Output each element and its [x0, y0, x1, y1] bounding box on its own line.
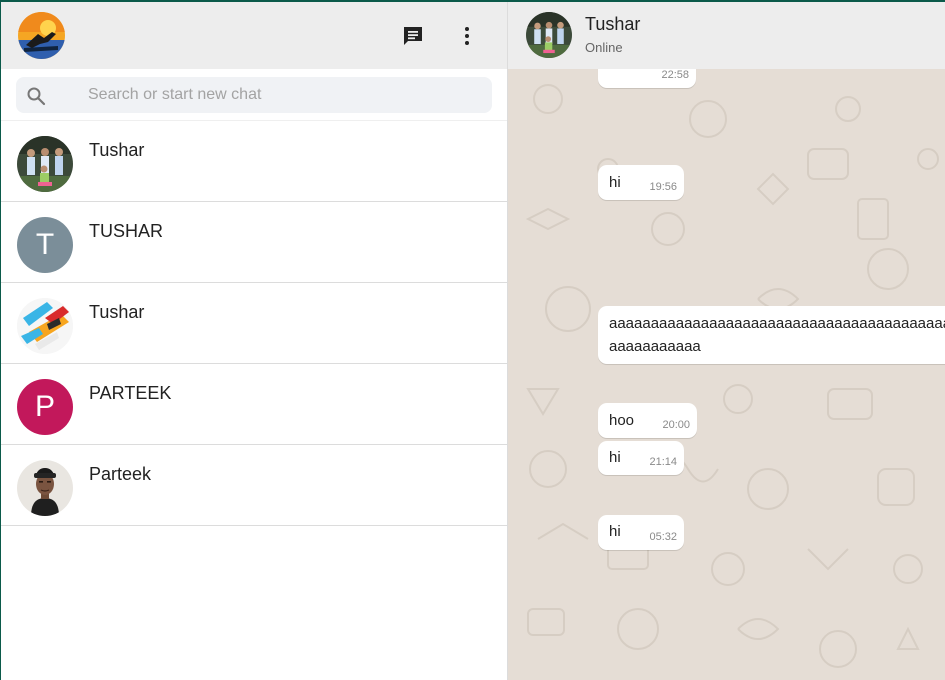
- avatar: P: [17, 379, 73, 435]
- message-text: hi: [609, 174, 621, 191]
- chat-list-item[interactable]: P PARTEEK: [1, 364, 507, 445]
- search-box: [16, 77, 492, 113]
- contact-avatar[interactable]: [526, 12, 572, 58]
- avatar-initial: P: [34, 390, 55, 423]
- sidebar-header: [1, 2, 507, 69]
- avatar-initial: T: [35, 228, 55, 261]
- message-time: 19:56: [649, 181, 677, 193]
- message-bubble: aaaaaaaaaaaaaaaaaaaaaaaaaaaaaaaaaaaaaaaa…: [598, 306, 945, 364]
- chat-list-item[interactable]: Tushar: [1, 121, 507, 202]
- avatar: [17, 298, 73, 354]
- avatar: T: [17, 217, 73, 273]
- contact-name: Tushar: [585, 14, 641, 34]
- message-text-line-1: aaaaaaaaaaaaaaaaaaaaaaaaaaaaaaaaaaaaaaaa…: [609, 315, 945, 332]
- profile-avatar[interactable]: [18, 12, 65, 59]
- message-bubble: hi 19:56: [598, 165, 684, 200]
- chat-name: Tushar: [89, 302, 145, 322]
- message-text-line-2: aaaaaaaaaaa: [609, 338, 701, 355]
- message-bubble: hoo 20:00: [598, 403, 697, 438]
- message-text: hi: [609, 449, 621, 466]
- message-time: 05:32: [649, 531, 677, 543]
- chat-list-item[interactable]: T TUSHAR: [1, 202, 507, 283]
- chat-list-item[interactable]: Parteek: [1, 445, 507, 526]
- search-container: [1, 69, 507, 121]
- chat-name: TUSHAR: [89, 221, 164, 241]
- chat-name: Parteek: [89, 464, 152, 484]
- chat-name: Tushar: [89, 140, 145, 160]
- avatar: [17, 136, 73, 192]
- message-time: 21:14: [649, 456, 677, 468]
- message-time: 20:00: [662, 419, 690, 431]
- chat-wallpaper: [525, 84, 939, 668]
- sidebar: Tushar T TUSHAR Tushar: [0, 2, 508, 680]
- chat-list-item[interactable]: Tushar: [1, 283, 507, 364]
- search-input[interactable]: [88, 77, 468, 113]
- message-bubble: hi 21:14: [598, 441, 684, 475]
- message-text: hi: [609, 523, 621, 540]
- avatar: [17, 460, 73, 516]
- search-icon: [26, 86, 46, 106]
- conversation-pane: Tushar Online oks 22:58 hi 19:56: [508, 2, 945, 680]
- new-chat-icon[interactable]: [399, 22, 427, 50]
- menu-dots-icon[interactable]: [453, 22, 481, 50]
- chat-name: PARTEEK: [89, 383, 172, 403]
- conversation-header: Tushar Online: [508, 2, 945, 69]
- message-time: 22:58: [661, 69, 689, 81]
- chat-list: Tushar T TUSHAR Tushar P PARTEEK Parteek: [1, 121, 507, 526]
- message-text: hoo: [609, 412, 635, 429]
- contact-status: Online: [585, 40, 623, 55]
- message-bubble: hi 05:32: [598, 515, 684, 550]
